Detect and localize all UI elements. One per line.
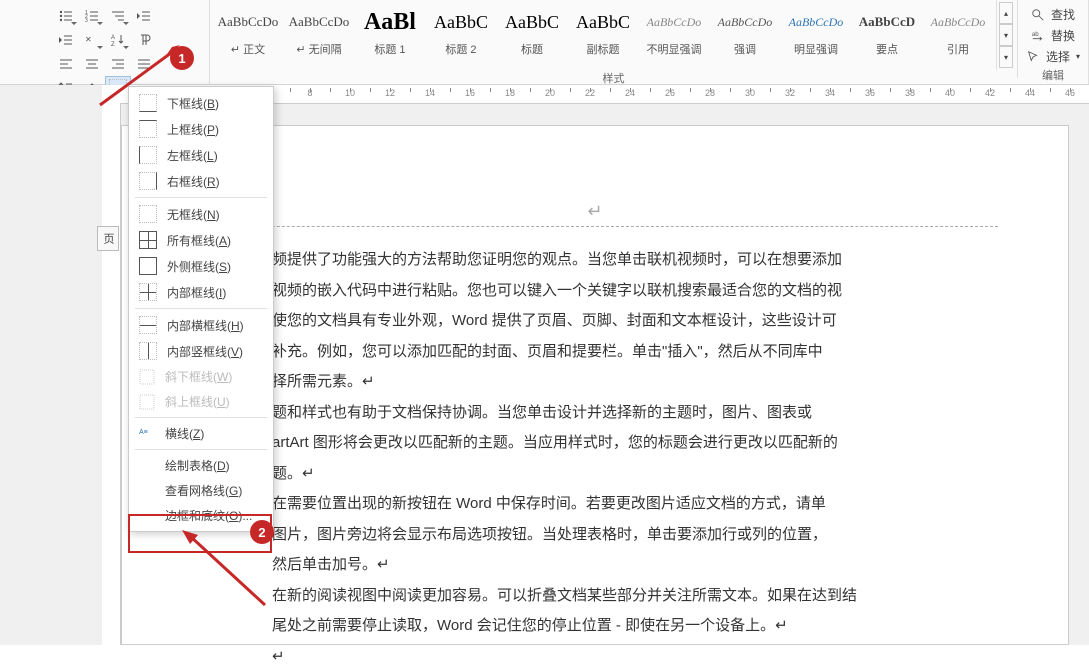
style-item-0[interactable]: AaBbCcDo↵ 正文 [214,2,282,70]
svg-text:3: 3 [85,18,88,24]
style-item-1[interactable]: AaBbCcDo↵ 无间隔 [285,2,353,70]
page-break-line [192,226,998,227]
paragraph[interactable]: artArt 图形将会更改以匹配新的主题。当应用样式时，您的标题会进行更改以匹配… [272,429,968,458]
b-out-icon [139,257,157,275]
b-inv-icon [139,342,157,360]
annotation-marker-1: 1 [170,46,194,70]
border-menu-R[interactable]: 右框线(R) [131,168,271,194]
annotation-marker-2: 2 [250,520,274,544]
page-tab[interactable]: 页 [97,226,119,251]
bullet-list-button[interactable] [53,4,79,28]
paragraph[interactable]: 择所需元素。↵ [272,368,968,397]
style-item-3[interactable]: AaBbC标题 2 [427,2,495,70]
styles-group-label: 样式 [602,70,624,86]
paragraph[interactable]: 视频的嵌入代码中进行粘贴。您也可以键入一个关键字以联机搜索最适合您的文档的视 [272,277,968,306]
border-menu-W[interactable]: 斜下框线(W) [131,364,271,389]
paragraph[interactable]: 在新的阅读视图中阅读更加容易。可以折叠文档某些部分并关注所需文本。如果在达到结 [272,582,968,611]
hline-icon: A≡ [139,426,155,442]
style-item-4[interactable]: AaBbC标题 [498,2,566,70]
paragraph-mark-icon: ↵ [587,201,602,222]
svg-text:A: A [111,35,115,41]
numbered-list-button[interactable]: 123 [79,4,105,28]
paragraph[interactable]: 使您的文档具有专业外观，Word 提供了页眉、页脚、封面和文本框设计，这些设计可 [272,307,968,336]
border-menu-H[interactable]: 内部横框线(H) [131,312,271,338]
border-menu-A[interactable]: 所有框线(A) [131,227,271,253]
border-menu-G[interactable]: 查看网格线(G) [131,478,271,503]
paragraph[interactable]: 尾处之前需要停止读取，Word 会记住您的停止位置 - 即使在另一个设备上。↵ [272,612,968,641]
styles-scroll-down[interactable]: ▾ [999,24,1013,46]
b-left-icon [139,146,157,164]
border-menu-U[interactable]: 斜上框线(U) [131,389,271,414]
increase-indent-button[interactable] [53,28,79,52]
draw-icon [139,458,155,474]
svg-text:✕: ✕ [85,35,92,44]
border-menu-V[interactable]: 内部竖框线(V) [131,338,271,364]
border-menu-I[interactable]: 内部框线(I) [131,279,271,305]
border-menu-O[interactable]: 边框和底纹(O)... [131,503,271,528]
border-menu-P[interactable]: 上框线(P) [131,116,271,142]
window-icon [139,508,155,524]
b-top-icon [139,120,157,138]
paragraph[interactable]: 题和样式也有助于文档保持协调。当您单击设计并选择新的主题时，图片、图表或 [272,399,968,428]
b-none-icon [139,205,157,223]
b-in-icon [139,283,157,301]
vertical-ruler[interactable] [102,85,121,645]
edit-group-label: 编辑 [1042,67,1064,83]
border-menu-N[interactable]: 无框线(N) [131,201,271,227]
style-item-9[interactable]: AaBbCcD要点 [853,2,921,70]
borders-dropdown: 下框线(B)上框线(P)左框线(L)右框线(R)无框线(N)所有框线(A)外侧框… [128,86,274,532]
multilevel-list-button[interactable] [105,4,131,28]
styles-more[interactable]: ▾ [999,46,1013,68]
border-menu-D[interactable]: 绘制表格(D) [131,453,271,478]
paragraph[interactable]: ↵ [272,643,968,671]
paragraph[interactable]: 在需要位置出现的新按钮在 Word 中保存时间。若要更改图片适应文档的方式，请单 [272,490,968,519]
svg-text:ab: ab [1032,31,1039,38]
grid-icon [139,483,155,499]
find-button[interactable]: 查找 [1031,4,1075,25]
paragraph[interactable]: 然后单击加号。↵ [272,551,968,580]
svg-text:A≡: A≡ [139,429,148,436]
replace-button[interactable]: ab替换 [1031,25,1075,46]
diag-d-icon [139,369,155,385]
style-item-2[interactable]: AaBl标题 1 [356,2,424,70]
b-right-icon [139,172,157,190]
style-item-5[interactable]: AaBbC副标题 [569,2,637,70]
select-button[interactable]: 选择 ▾ [1026,46,1080,67]
paragraph[interactable]: 题。↵ [272,460,968,489]
border-menu-S[interactable]: 外侧框线(S) [131,253,271,279]
paragraph[interactable]: 频提供了功能强大的方法帮助您证明您的观点。当您单击联机视频时，可以在想要添加 [272,246,968,275]
style-item-7[interactable]: AaBbCcDo强调 [711,2,779,70]
style-item-8[interactable]: AaBbCcDo明显强调 [782,2,850,70]
paragraph[interactable]: 图片，图片旁边将会显示布局选项按钮。当处理表格时，单击要添加行或列的位置， [272,521,968,550]
styles-scroll-up[interactable]: ▴ [999,2,1013,24]
border-menu-Z[interactable]: A≡横线(Z) [131,421,271,446]
paragraph[interactable]: 补充。例如，您可以添加匹配的封面、页眉和提要栏。单击"插入"，然后从不同库中 [272,338,968,367]
style-item-6[interactable]: AaBbCcDo不明显强调 [640,2,708,70]
border-menu-L[interactable]: 左框线(L) [131,142,271,168]
b-inh-icon [139,316,157,334]
diag-u-icon [139,394,155,410]
align-left-button[interactable] [53,52,79,76]
b-all-icon [139,231,157,249]
style-item-10[interactable]: AaBbCcDo引用 [924,2,992,70]
decrease-indent-button[interactable] [131,4,157,28]
